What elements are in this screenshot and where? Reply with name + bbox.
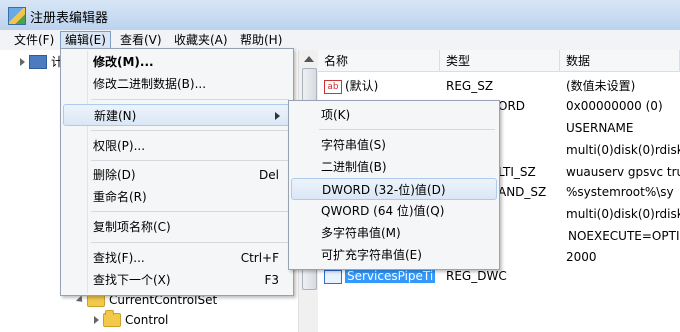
value-data: USERNAME <box>566 121 634 135</box>
value-type: REG_SZ <box>446 79 494 93</box>
value-type: LTI_SZ <box>498 165 536 179</box>
menu-item-find[interactable]: 查找(F)... Ctrl+F <box>63 247 291 269</box>
menu-view[interactable]: 查看(V) <box>116 32 166 48</box>
menu-item-rename[interactable]: 重命名(R) <box>63 186 291 208</box>
value-data: NOEXECUTE=OPTI <box>568 229 680 243</box>
value-data: (数值未设置) <box>566 79 636 93</box>
folder-icon <box>103 310 121 327</box>
string-value-icon: ab <box>324 79 342 94</box>
value-name[interactable]: ab (默认) <box>324 76 440 96</box>
menu-help[interactable]: 帮助(H) <box>236 32 286 48</box>
column-header-type[interactable]: 类型 <box>440 50 560 72</box>
submenu-item-qword[interactable]: QWORD (64 位)值(Q) <box>291 200 497 222</box>
menu-separator <box>91 99 289 100</box>
registry-editor-icon <box>8 7 26 25</box>
submenu-item-dword[interactable]: DWORD (32-位)值(D) <box>291 178 497 200</box>
menu-item-modify[interactable]: 修改(M)... <box>63 51 291 73</box>
value-data: 2000 <box>566 250 597 264</box>
value-type: ORD <box>498 99 526 113</box>
window-title: 注册表编辑器 <box>30 11 109 26</box>
column-header-name[interactable]: 名称 <box>318 50 440 72</box>
submenu-arrow-icon <box>275 112 280 120</box>
menu-item-permissions[interactable]: 权限(P)... <box>63 135 291 157</box>
value-type: AND_SZ <box>498 185 547 199</box>
title-bar: 注册表编辑器 <box>0 0 680 31</box>
value-data: multi(0)disk(0)rdisk <box>566 207 680 221</box>
menu-file[interactable]: 文件(F) <box>10 32 58 48</box>
edit-menu: 修改(M)... 修改二进制数据(B)... 新建(N) 权限(P)... 删除… <box>60 48 294 296</box>
submenu-item-string[interactable]: 字符串值(S) <box>291 134 497 156</box>
computer-icon <box>29 55 47 69</box>
scroll-up-icon[interactable] <box>304 56 314 62</box>
value-data: wuauserv gpsvc tru <box>566 165 680 179</box>
menu-item-modify-binary[interactable]: 修改二进制数据(B)... <box>63 73 291 95</box>
tree-root[interactable]: 计 <box>20 52 63 72</box>
expand-icon[interactable] <box>75 295 86 305</box>
submenu-item-multi-string[interactable]: 多字符串值(M) <box>291 222 497 244</box>
dword-value-icon <box>324 269 342 284</box>
submenu-item-expandable-string[interactable]: 可扩充字符串值(E) <box>291 244 497 266</box>
column-header-data[interactable]: 数据 <box>560 50 680 72</box>
tree-item-label: Control <box>125 313 169 327</box>
menu-item-find-next[interactable]: 查找下一个(X) F3 <box>63 269 291 291</box>
menu-separator <box>91 160 289 161</box>
menu-separator <box>91 130 289 131</box>
value-data: %systemroot%\sy <box>566 185 674 199</box>
menu-edit[interactable]: 编辑(E) <box>60 31 111 49</box>
menu-item-delete[interactable]: 删除(D) Del <box>63 164 291 186</box>
menu-item-new[interactable]: 新建(N) <box>63 104 291 126</box>
expand-icon[interactable] <box>20 58 25 66</box>
submenu-item-binary[interactable]: 二进制值(B) <box>291 156 497 178</box>
menu-separator <box>91 211 289 212</box>
submenu-item-key[interactable]: 项(K) <box>291 104 497 126</box>
tree-item-control[interactable]: Control <box>94 310 168 330</box>
expand-icon[interactable] <box>94 316 99 324</box>
value-data: 0x00000000 (0) <box>566 99 663 113</box>
menu-separator <box>91 242 289 243</box>
menu-favorites[interactable]: 收藏夹(A) <box>170 32 232 48</box>
new-submenu: 项(K) 字符串值(S) 二进制值(B) DWORD (32-位)值(D) QW… <box>288 100 500 270</box>
value-data: multi(0)disk(0)rdisk <box>566 143 680 157</box>
menu-separator <box>319 129 495 130</box>
menu-item-copy-key-name[interactable]: 复制项名称(C) <box>63 216 291 238</box>
